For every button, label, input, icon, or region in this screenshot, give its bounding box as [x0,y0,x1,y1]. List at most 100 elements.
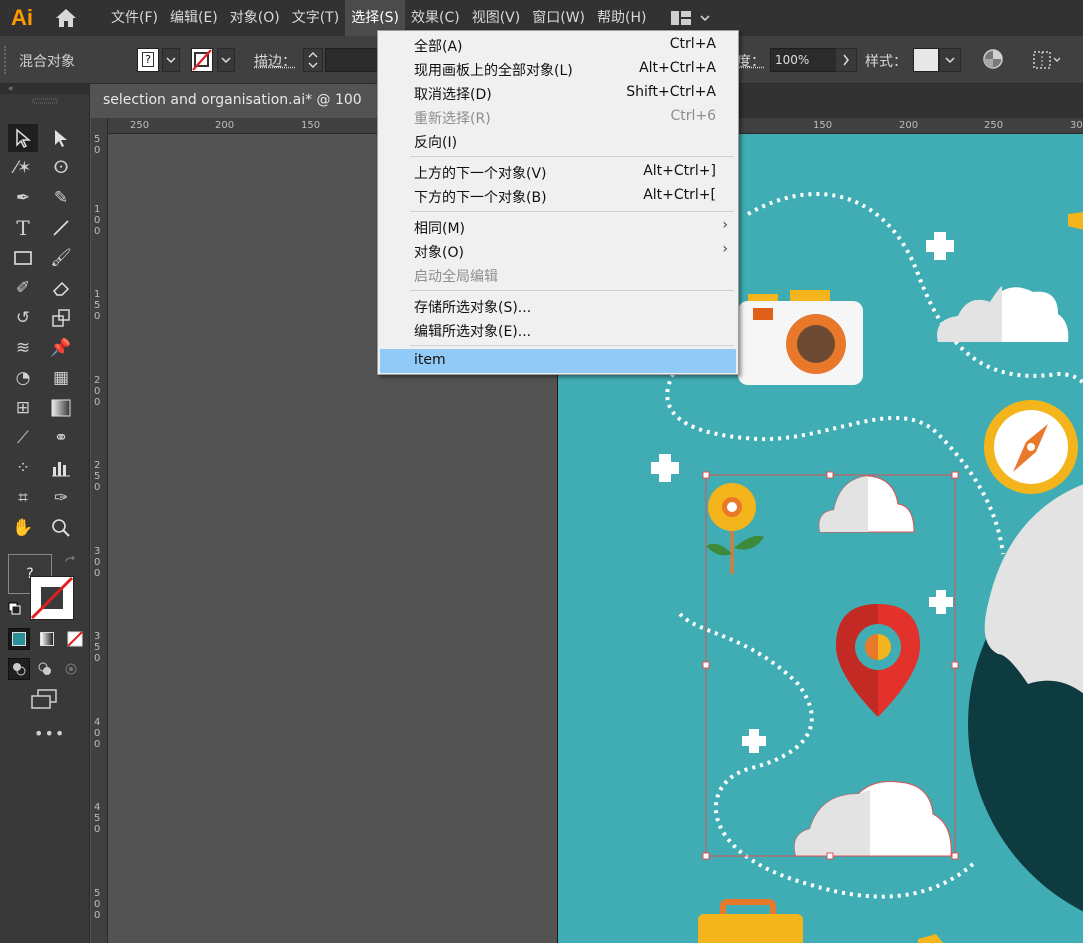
zoom-tool[interactable] [46,514,76,542]
tool-row-8: ≋ 📌 [8,334,84,362]
tool-row-11: ⟋ ⚭ [8,424,84,452]
mesh-icon: ⊞ [15,397,31,418]
menu-item-next-object-below[interactable]: 下方的下一个对象(B) Alt+Ctrl+[ [378,184,738,208]
ruler-tick-label: 150 [301,120,321,131]
draw-normal-button[interactable] [8,658,30,680]
align-grid-icon[interactable] [1032,50,1064,70]
menu-file[interactable]: 文件(F) [105,0,164,36]
menu-item-next-object-above[interactable]: 上方的下一个对象(V) Alt+Ctrl+] [378,160,738,184]
menu-type[interactable]: 文字(T) [286,0,345,36]
opacity-label[interactable]: 度： [737,51,765,71]
graphic-style-swatch[interactable] [913,48,939,72]
chevron-down-icon [700,15,711,22]
menu-item-saved-selection[interactable]: item [380,349,736,373]
graphic-style-dropdown[interactable] [939,48,961,72]
stroke-label[interactable]: 描边： [254,51,296,71]
artboard-tool[interactable]: ⌗ [8,484,38,512]
menu-item-save-selection[interactable]: 存储所选对象(S)... [378,294,738,318]
column-graph-icon [52,462,70,477]
stroke-dropdown[interactable] [217,48,235,72]
mesh-tool[interactable]: ⊞ [8,394,38,422]
workspace-layout-switcher[interactable] [670,10,711,26]
rotate-tool[interactable]: ↺ [8,304,38,332]
default-fill-stroke-icon[interactable] [8,602,22,616]
stroke-color-box[interactable] [30,576,74,620]
hand-tool[interactable]: ✋ [8,514,38,542]
rectangle-tool[interactable] [8,244,38,272]
menu-item-label: 重新选择(R) [414,111,491,127]
slice-tool[interactable]: ✑ [46,484,76,512]
draw-behind-icon [38,662,51,675]
line-tool[interactable] [46,214,76,242]
pin-icon: 📌 [50,337,72,358]
blend-icon: ⚭ [53,427,69,448]
menu-item-deselect[interactable]: 取消选择(D) Shift+Ctrl+A [378,81,738,105]
paintbrush-tool[interactable]: 🖌 [46,244,76,272]
menu-item-label: 下方的下一个对象(B) [414,190,547,206]
none-mode-button[interactable] [64,628,86,650]
control-bar-grip[interactable] [4,46,6,74]
eraser-icon [53,281,70,296]
fill-dropdown[interactable] [162,48,180,72]
perspective-grid-tool[interactable]: ▦ [46,364,76,392]
suitcase-illustration [698,899,803,943]
menu-item-edit-selection[interactable]: 编辑所选对象(E)... [378,318,738,342]
menu-item-object[interactable]: 对象(O) › [378,239,738,263]
screen-mode-icon[interactable] [30,688,58,710]
shaper-icon: ✐ [15,277,31,298]
lasso-tool[interactable]: ⵙ [46,154,76,182]
shape-builder-tool[interactable]: ◔ [8,364,38,392]
stroke-weight-stepper[interactable] [303,48,323,72]
fill-swatch[interactable]: ? [137,48,159,72]
document-tab[interactable]: selection and organisation.ai* @ 100 [91,84,381,118]
puppet-warp-tool[interactable]: 📌 [46,334,76,362]
color-mode-button[interactable] [8,628,30,650]
width-tool[interactable]: ≋ [8,334,38,362]
blend-tool[interactable]: ⚭ [46,424,76,452]
gradient-mode-button[interactable] [36,628,58,650]
tools-panel-grip[interactable] [0,94,89,108]
vertical-ruler[interactable]: 50 100 150 200 250 300 350 400 450 500 [91,118,108,943]
paintbrush-icon: 🖌 [50,247,72,268]
draw-behind-button[interactable] [34,658,56,680]
menu-item-select-all-artboard[interactable]: 现用画板上的全部对象(L) Alt+Ctrl+A [378,57,738,81]
selection-tool[interactable] [8,124,38,152]
curvature-tool[interactable]: ✎ [46,184,76,212]
menu-object[interactable]: 对象(O) [224,0,286,36]
recolor-artwork-icon[interactable] [982,48,1004,70]
eraser-tool[interactable] [46,274,76,302]
cloud-illustration [818,475,915,533]
home-button[interactable] [44,0,88,36]
menu-item-select-all[interactable]: 全部(A) Ctrl+A [378,33,738,57]
direct-selection-tool[interactable] [46,124,76,152]
menu-item-inverse[interactable]: 反向(I) [378,129,738,153]
tools-panel-collapse[interactable]: « [0,84,89,94]
tool-row-14: ✋ [8,514,84,542]
magic-wand-tool[interactable]: ⁄✶ [8,154,38,182]
opacity-slider-button[interactable] [835,48,857,72]
draw-normal-icon [13,663,26,676]
ruler-tick-label: 200 [94,375,101,408]
edit-toolbar-button[interactable]: ••• [34,724,65,743]
column-graph-tool[interactable] [46,454,76,482]
stroke-swatch[interactable] [191,48,213,72]
shaper-tool[interactable]: ✐ [8,274,38,302]
menu-item-shortcut: Alt+Ctrl+A [639,60,716,76]
opacity-input[interactable]: 100% [770,48,836,72]
home-icon [56,9,76,27]
swap-fill-stroke-icon[interactable] [64,556,78,570]
eyedropper-tool[interactable]: ⟋ [8,424,38,452]
menu-item-same[interactable]: 相同(M) › [378,215,738,239]
gradient-tool[interactable] [46,394,76,422]
symbol-sprayer-tool[interactable]: ⁘ [8,454,38,482]
menu-edit[interactable]: 编辑(E) [164,0,224,36]
stroke-weight-input[interactable] [325,48,385,72]
menu-item-label: 启动全局编辑 [414,269,498,285]
compass-illustration [984,400,1078,494]
pen-tool[interactable]: ✒ [8,184,38,212]
scale-tool[interactable] [46,304,76,332]
type-tool[interactable]: T [8,214,38,242]
hand-icon: ✋ [12,517,34,538]
draw-inside-button[interactable] [60,658,82,680]
menu-item-shortcut: Alt+Ctrl+[ [643,187,716,203]
